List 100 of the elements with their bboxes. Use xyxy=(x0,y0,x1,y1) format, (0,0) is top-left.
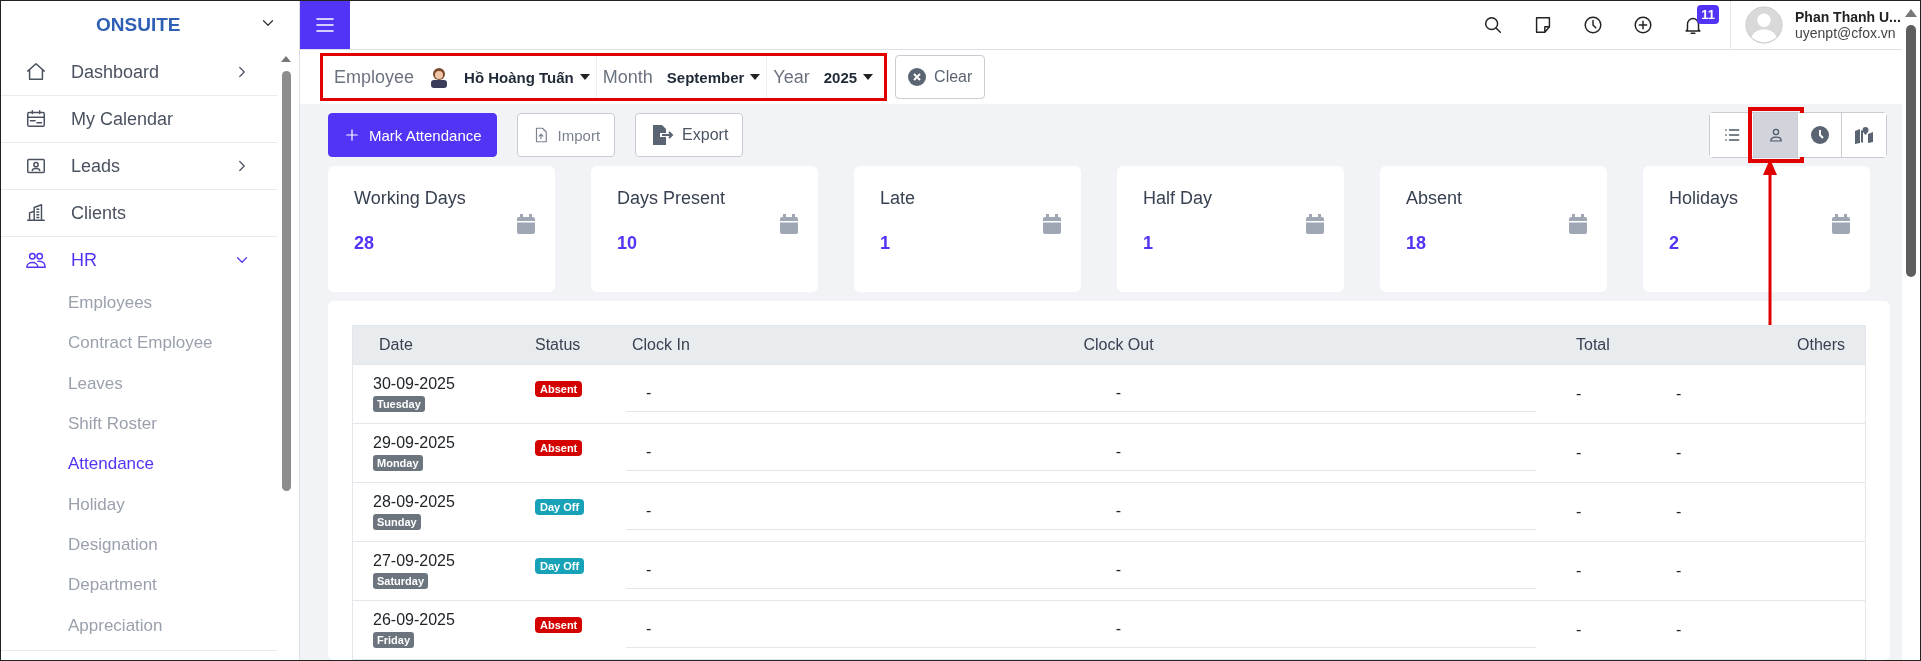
table-cell: - xyxy=(1576,385,1582,403)
date-cell: 27-09-2025 xyxy=(373,552,455,570)
table-cell: - xyxy=(1676,444,1682,462)
table-cell: - xyxy=(1676,562,1682,580)
weekday-tag: Monday xyxy=(373,455,423,471)
search-button[interactable] xyxy=(1482,14,1504,36)
table-cell: - xyxy=(646,502,652,520)
date-cell: 30-09-2025 xyxy=(373,375,455,393)
search-icon xyxy=(1482,14,1504,36)
table-cell: - xyxy=(1576,503,1582,521)
calendar-icon xyxy=(517,214,535,234)
table-cell: - xyxy=(1115,502,1122,520)
stat-value: 10 xyxy=(617,233,639,254)
user-name: Phan Thanh U... xyxy=(1795,9,1901,25)
clock-icon xyxy=(1809,125,1830,145)
stat-label: Days Present xyxy=(617,188,727,209)
caret-down-icon xyxy=(750,74,761,80)
filter-label: Employee xyxy=(334,66,415,88)
calendar-icon xyxy=(1832,214,1850,234)
table-cell: - xyxy=(1115,561,1122,579)
map-pin-icon xyxy=(1854,125,1874,145)
calendar-icon xyxy=(780,214,798,234)
calendar-icon xyxy=(1043,214,1061,234)
table-cell: - xyxy=(646,443,652,461)
filter-dropdown[interactable]: Hồ Hoàng Tuấn xyxy=(464,68,590,86)
table-cell: - xyxy=(1676,385,1682,403)
nav-item[interactable]: Clients xyxy=(1,190,277,237)
calendar-icon xyxy=(1306,214,1324,234)
calendar-icon xyxy=(25,108,47,130)
user-email: uyenpt@cfox.vn xyxy=(1795,25,1897,41)
clock-button[interactable] xyxy=(1582,14,1604,36)
nav-subitem[interactable]: Attendance xyxy=(68,444,277,485)
plus-circle-icon xyxy=(1632,14,1654,36)
date-cell: 26-09-2025 xyxy=(373,611,455,629)
file-export-icon xyxy=(650,123,675,147)
status-tag: Absent xyxy=(535,381,583,397)
caret-down-icon xyxy=(579,74,590,80)
caret-down-icon xyxy=(863,74,874,80)
filter-label: Year xyxy=(773,66,810,88)
stat-label: Absent xyxy=(1406,188,1464,209)
stat-label: Holidays xyxy=(1669,188,1740,209)
plus-icon xyxy=(343,126,361,144)
status-tag: Absent xyxy=(535,440,583,456)
column-header: Clock Out xyxy=(1082,336,1155,354)
column-header: Others xyxy=(1796,336,1846,354)
action-button[interactable]: Import xyxy=(516,113,616,157)
weekday-tag: Tuesday xyxy=(373,396,425,412)
stat-label: Late xyxy=(880,188,917,209)
brand-logo[interactable]: ONSUITE xyxy=(96,14,181,36)
column-header: Clock In xyxy=(631,336,691,354)
column-header: Status xyxy=(534,336,582,354)
table-cell: - xyxy=(1576,621,1582,639)
stat-value: 1 xyxy=(880,233,891,254)
stat-value: 1 xyxy=(1143,233,1154,254)
column-header: Total xyxy=(1575,336,1611,354)
column-header: Date xyxy=(378,336,414,354)
clock-icon xyxy=(1582,14,1604,36)
stat-value: 2 xyxy=(1669,233,1680,254)
clear-button[interactable]: Clear xyxy=(895,55,986,99)
stat-value: 28 xyxy=(354,233,376,254)
scroll-thumb[interactable] xyxy=(282,71,291,491)
action-button[interactable]: Export xyxy=(635,113,744,157)
home-icon xyxy=(25,61,47,83)
filter-dropdown[interactable]: September xyxy=(666,68,761,86)
date-cell: 29-09-2025 xyxy=(373,434,455,452)
status-tag: Day Off xyxy=(535,558,585,574)
table-cell: - xyxy=(1576,444,1582,462)
table-cell: - xyxy=(1576,562,1582,580)
date-cell: 28-09-2025 xyxy=(373,493,455,511)
calendar-icon xyxy=(1569,214,1587,234)
view-toggle[interactable] xyxy=(1710,113,1754,157)
nav-item[interactable]: My Calendar xyxy=(1,96,277,143)
table-cell: - xyxy=(646,561,652,579)
table-cell: - xyxy=(1115,384,1122,402)
filter-dropdown[interactable]: 2025 xyxy=(823,68,874,86)
weekday-tag: Friday xyxy=(373,632,414,648)
table-cell: - xyxy=(1115,443,1122,461)
status-tag: Day Off xyxy=(535,499,585,515)
table-cell: - xyxy=(1115,620,1122,638)
view-toggle[interactable] xyxy=(1798,113,1842,157)
nav-item[interactable]: Dashboard xyxy=(1,49,277,96)
weekday-tag: Sunday xyxy=(373,514,421,530)
table-cell: - xyxy=(646,384,652,402)
close-icon xyxy=(908,68,927,86)
nav-item[interactable]: HR xyxy=(1,237,277,283)
weekday-tag: Saturday xyxy=(373,573,429,589)
status-tag: Absent xyxy=(535,617,583,633)
table-cell: - xyxy=(646,620,652,638)
table-cell: - xyxy=(1676,503,1682,521)
filter-label: Month xyxy=(602,66,653,88)
action-button[interactable]: Mark Attendance xyxy=(328,113,497,157)
buildings-icon xyxy=(25,202,47,224)
notification-count: 11 xyxy=(1697,5,1719,24)
nav-item[interactable]: Leads xyxy=(1,143,277,190)
scroll-thumb[interactable] xyxy=(1906,25,1916,277)
stat-label: Half Day xyxy=(1143,188,1214,209)
menu-button[interactable] xyxy=(300,1,350,49)
add-button[interactable] xyxy=(1632,14,1654,36)
table-cell: - xyxy=(1676,621,1682,639)
stat-value: 18 xyxy=(1406,233,1428,254)
